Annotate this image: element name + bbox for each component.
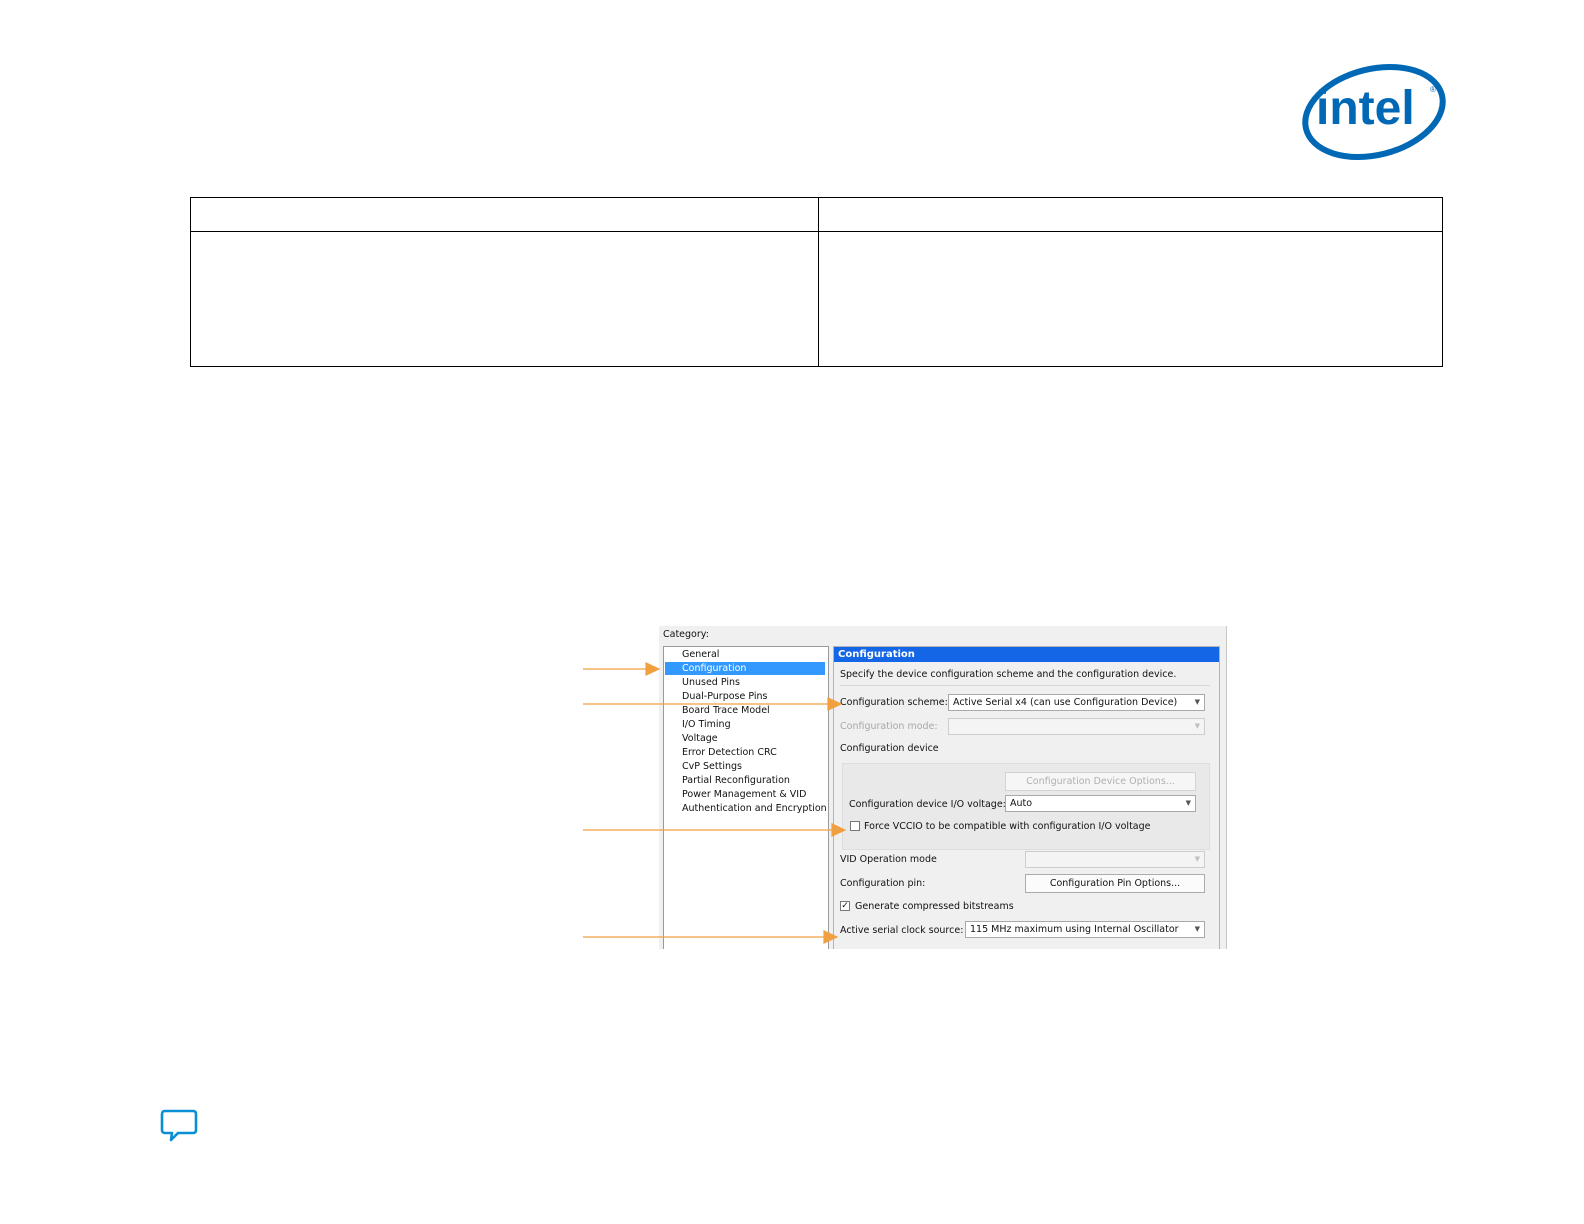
arrow-head-icon (831, 823, 847, 837)
feedback-chat-icon[interactable] (160, 1108, 198, 1144)
arrow-head-icon (645, 662, 661, 676)
callout-arrows (583, 662, 847, 944)
arrow-head-icon (823, 930, 839, 944)
arrow-head-icon (827, 697, 843, 711)
